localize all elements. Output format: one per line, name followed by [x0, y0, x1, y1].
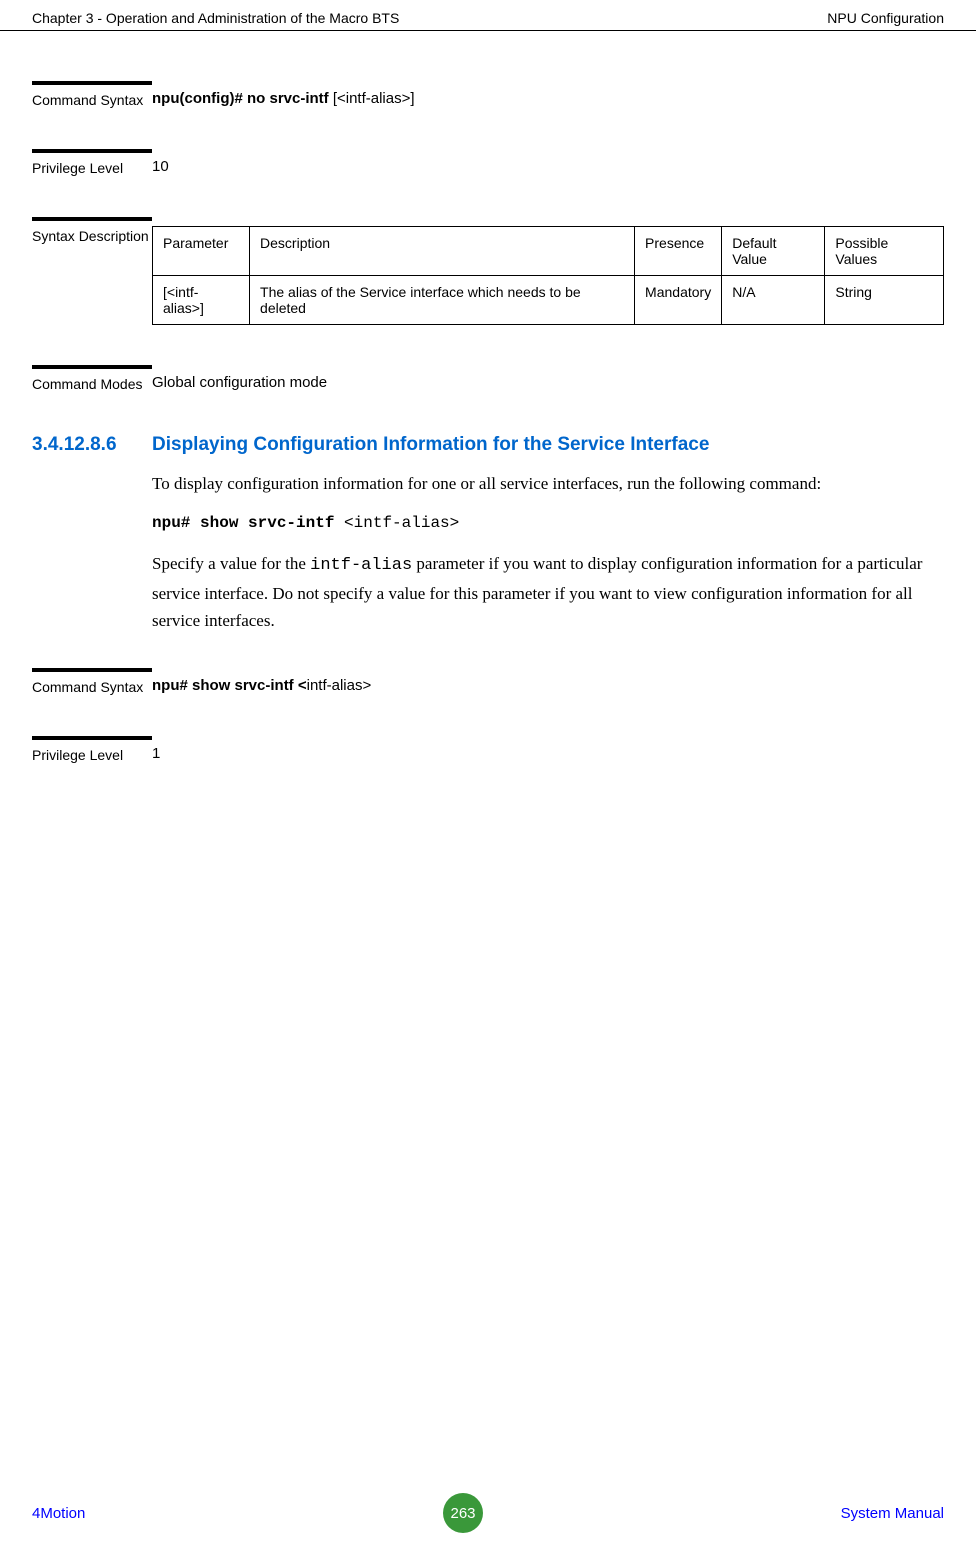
footer-left: 4Motion: [32, 1505, 85, 1522]
th-presence: Presence: [635, 227, 722, 276]
section-heading: 3.4.12.8.6 Displaying Configuration Info…: [32, 434, 944, 456]
command-syntax-block-2: Command Syntax npu# show srvc-intf <intf…: [32, 668, 944, 696]
syntax-prefix-2: npu# show srvc-intf <: [152, 677, 307, 694]
page-number-badge: 263: [443, 1493, 483, 1533]
syntax-prefix: npu(config)# no srvc-intf: [152, 90, 333, 107]
td-default: N/A: [722, 276, 825, 325]
command-arg: <intf-alias>: [344, 514, 459, 532]
body-para-1: To display configuration information for…: [152, 470, 944, 497]
privilege-level-value: 10: [152, 149, 944, 177]
command-syntax-label: Command Syntax: [32, 81, 152, 109]
table-row: [<intf-alias>] The alias of the Service …: [153, 276, 944, 325]
footer-right: System Manual: [841, 1505, 944, 1522]
command-example: npu# show srvc-intf <intf-alias>: [152, 511, 944, 537]
privilege-level-block-2: Privilege Level 1: [32, 736, 944, 764]
command-syntax-label-2: Command Syntax: [32, 668, 152, 696]
para2-mono: intf-alias: [310, 556, 412, 575]
th-description: Description: [250, 227, 635, 276]
command-modes-value: Global configuration mode: [152, 365, 944, 393]
td-presence: Mandatory: [635, 276, 722, 325]
section-number: 3.4.12.8.6: [32, 434, 152, 456]
th-possible: Possible Values: [825, 227, 944, 276]
main-content: Command Syntax npu(config)# no srvc-intf…: [0, 31, 976, 764]
privilege-level-label-2: Privilege Level: [32, 736, 152, 764]
command-modes-label: Command Modes: [32, 365, 152, 393]
syntax-suffix: [<intf-alias>]: [333, 90, 415, 107]
privilege-level-label: Privilege Level: [32, 149, 152, 177]
table-header-row: Parameter Description Presence Default V…: [153, 227, 944, 276]
parameter-table: Parameter Description Presence Default V…: [152, 226, 944, 325]
para2-pre: Specify a value for the: [152, 554, 310, 573]
command-syntax-block: Command Syntax npu(config)# no srvc-intf…: [32, 81, 944, 109]
privilege-level-value-2: 1: [152, 736, 944, 764]
body-para-2: Specify a value for the intf-alias param…: [152, 550, 944, 634]
th-default: Default Value: [722, 227, 825, 276]
td-possible: String: [825, 276, 944, 325]
syntax-description-table-wrap: Parameter Description Presence Default V…: [152, 217, 944, 325]
command-syntax-value-2: npu# show srvc-intf <intf-alias>: [152, 668, 944, 696]
page-footer: 4Motion 263 System Manual: [32, 1493, 944, 1533]
td-parameter: [<intf-alias>]: [153, 276, 250, 325]
privilege-level-block: Privilege Level 10: [32, 149, 944, 177]
syntax-description-label: Syntax Description: [32, 217, 152, 325]
command-modes-block: Command Modes Global configuration mode: [32, 365, 944, 393]
section-title: Displaying Configuration Information for…: [152, 434, 944, 456]
td-description: The alias of the Service interface which…: [250, 276, 635, 325]
command-bold: npu# show srvc-intf: [152, 514, 344, 532]
header-left: Chapter 3 - Operation and Administration…: [32, 10, 399, 26]
header-right: NPU Configuration: [827, 10, 944, 26]
th-parameter: Parameter: [153, 227, 250, 276]
page-header: Chapter 3 - Operation and Administration…: [0, 0, 976, 31]
syntax-suffix-2: intf-alias>: [307, 677, 372, 694]
syntax-description-block: Syntax Description Parameter Description…: [32, 217, 944, 325]
command-syntax-value: npu(config)# no srvc-intf [<intf-alias>]: [152, 81, 944, 109]
